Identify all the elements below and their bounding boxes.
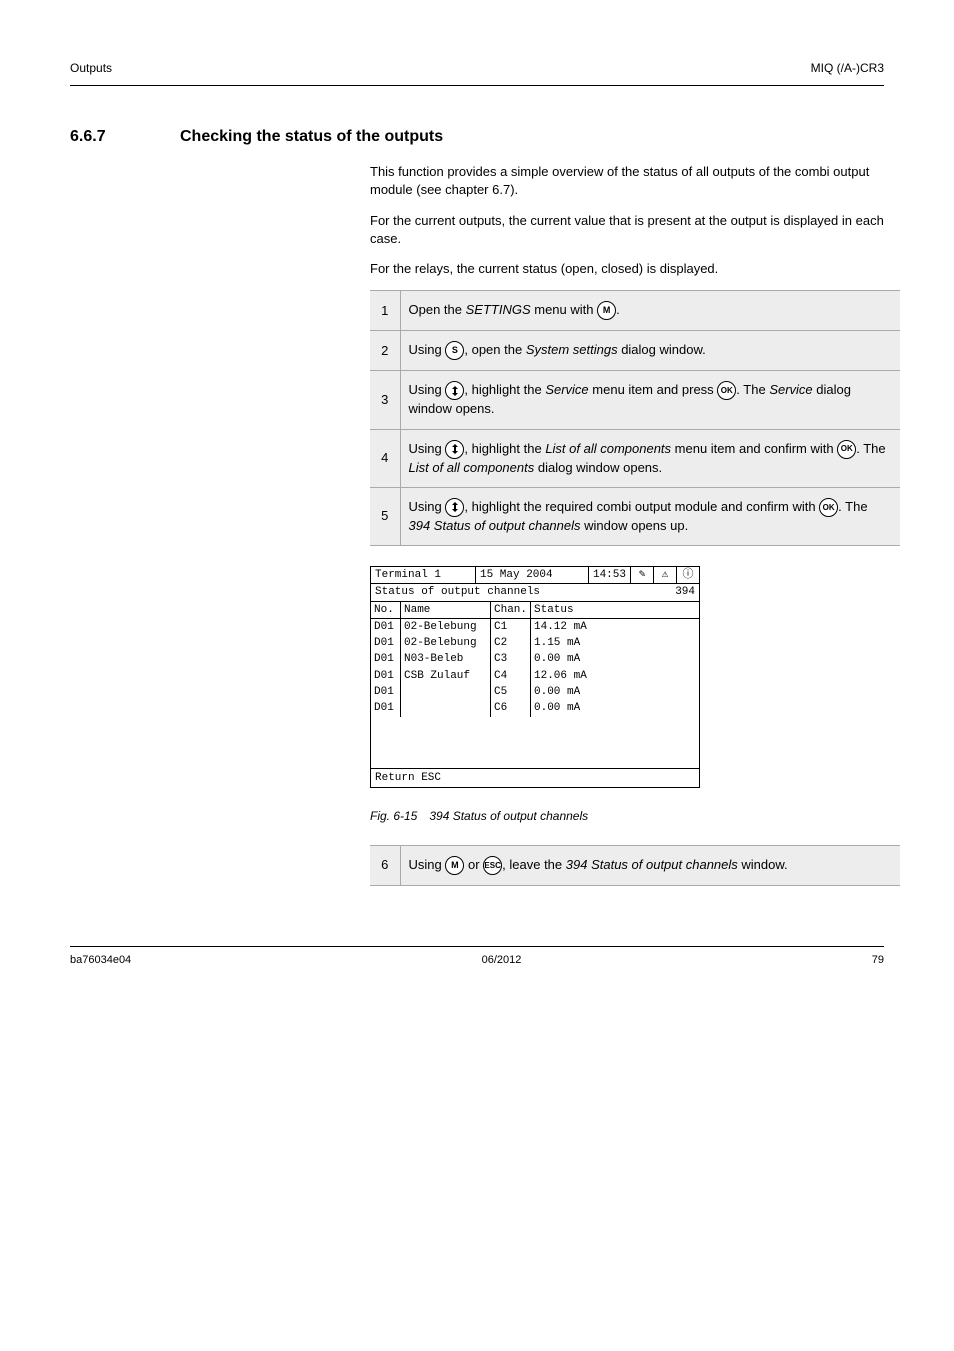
steps-table: 1 Open the SETTINGS menu with M. 2 Using… [370, 290, 900, 546]
header-right: MIQ (/A-)CR3 [811, 60, 884, 77]
screen-data-grid: D0102-BelebungC114.12 mA D0102-BelebungC… [371, 619, 699, 769]
terminal-label: Terminal 1 [371, 567, 476, 583]
screen-footer: Return ESC [371, 769, 699, 787]
paragraph: For the relays, the current status (open… [370, 260, 884, 278]
table-row: D01C50.00 mA [371, 684, 699, 700]
screen-column-headers: No. Name Chan. Status [371, 602, 699, 619]
step-text: Open the SETTINGS menu with M. [400, 291, 900, 331]
device-screen: Terminal 1 15 May 2004 14:53 ✎ ⚠ ⓘ Statu… [370, 566, 700, 788]
footer-mid: 06/2012 [482, 953, 522, 968]
steps-table-2: 6 Using M or ESC, leave the 394 Status o… [370, 845, 900, 886]
s-key-icon: S [445, 341, 464, 360]
step-text: Using , highlight the List of all compon… [400, 429, 900, 487]
step-text: Using S, open the System settings dialog… [400, 331, 900, 371]
figure-caption: Fig. 6-15 394 Status of output channels [370, 808, 884, 825]
section-title: Checking the status of the outputs [180, 126, 443, 148]
screen-time: 14:53 [589, 567, 631, 583]
updown-key-icon [445, 498, 464, 517]
footer-left: ba76034e04 [70, 953, 131, 968]
info-icon: ⓘ [677, 567, 699, 583]
step-text: Using M or ESC, leave the 394 Status of … [400, 845, 900, 885]
table-row: D01N03-BelebC30.00 mA [371, 651, 699, 667]
table-row: D0102-BelebungC114.12 mA [371, 619, 699, 635]
screen-subtitle: Status of output channels [375, 585, 540, 599]
ok-key-icon: OK [717, 381, 736, 400]
step-row: 5 Using , highlight the required combi o… [370, 487, 900, 545]
step-number: 4 [370, 429, 400, 487]
page-footer: ba76034e04 06/2012 79 [70, 946, 884, 968]
step-number: 5 [370, 487, 400, 545]
m-key-icon: M [445, 856, 464, 875]
updown-key-icon [445, 440, 464, 459]
step-row: 6 Using M or ESC, leave the 394 Status o… [370, 845, 900, 885]
step-row: 3 Using , highlight the Service menu ite… [370, 371, 900, 429]
screen-titlebar: Terminal 1 15 May 2004 14:53 ✎ ⚠ ⓘ [371, 567, 699, 584]
bell-icon: ✎ [631, 567, 654, 583]
header-left: Outputs [70, 60, 112, 77]
footer-right: 79 [872, 953, 884, 968]
section-number: 6.6.7 [70, 126, 140, 148]
table-row: D0102-BelebungC21.15 mA [371, 635, 699, 651]
paragraph: This function provides a simple overview… [370, 163, 884, 199]
step-number: 1 [370, 291, 400, 331]
step-row: 1 Open the SETTINGS menu with M. [370, 291, 900, 331]
section-heading: 6.6.7 Checking the status of the outputs [70, 126, 884, 148]
page-header: Outputs MIQ (/A-)CR3 [70, 60, 884, 86]
ok-key-icon: OK [837, 440, 856, 459]
paragraph: For the current outputs, the current val… [370, 212, 884, 248]
screen-subtitle-row: Status of output channels 394 [371, 584, 699, 601]
screen-date: 15 May 2004 [476, 567, 589, 583]
step-text: Using , highlight the required combi out… [400, 487, 900, 545]
step-number: 3 [370, 371, 400, 429]
step-text: Using , highlight the Service menu item … [400, 371, 900, 429]
m-key-icon: M [597, 301, 616, 320]
table-row: D01C60.00 mA [371, 700, 699, 716]
ok-key-icon: OK [819, 498, 838, 517]
table-row: D01CSB ZulaufC412.06 mA [371, 668, 699, 684]
screen-code: 394 [675, 585, 695, 599]
warning-icon: ⚠ [654, 567, 677, 583]
step-number: 2 [370, 331, 400, 371]
step-row: 4 Using , highlight the List of all comp… [370, 429, 900, 487]
esc-key-icon: ESC [483, 856, 502, 875]
step-row: 2 Using S, open the System settings dial… [370, 331, 900, 371]
step-number: 6 [370, 845, 400, 885]
updown-key-icon [445, 381, 464, 400]
